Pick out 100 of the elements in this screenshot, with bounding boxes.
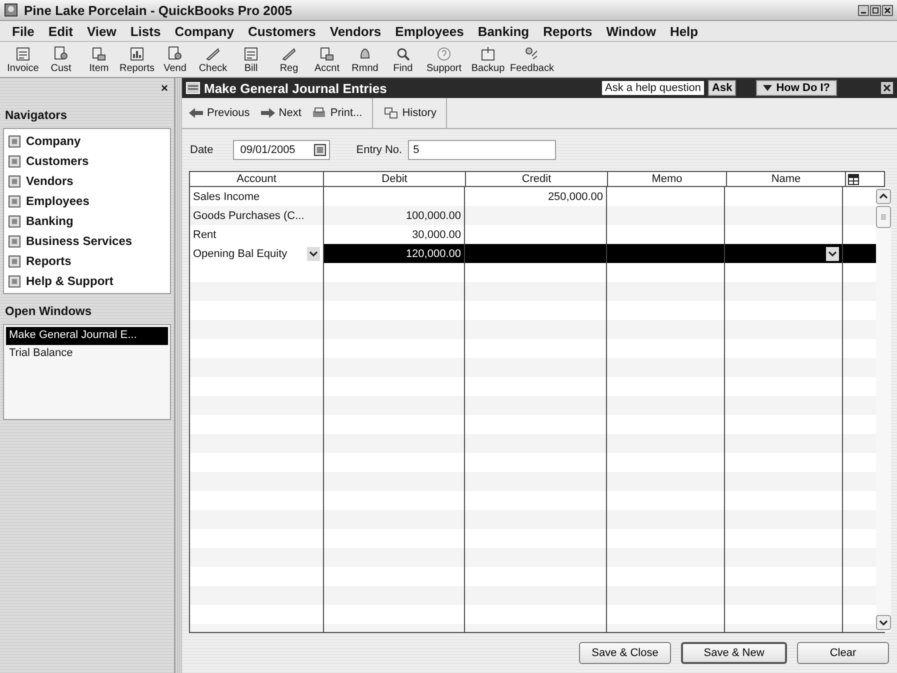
- entry-number-field[interactable]: 5: [408, 140, 556, 160]
- form-icon: [15, 46, 31, 62]
- chart-icon: [129, 46, 145, 62]
- toolbar-button[interactable]: History: [372, 98, 448, 128]
- pen-icon: [205, 46, 221, 62]
- minimize-icon[interactable]: [858, 4, 869, 16]
- menu-item[interactable]: Company: [168, 24, 242, 38]
- scroll-thumb-icon[interactable]: [876, 206, 891, 228]
- section-title: Open Windows: [4, 303, 93, 320]
- toolbar-button[interactable]: Print...: [311, 98, 362, 128]
- date-label: Date: [190, 144, 214, 156]
- navigator-item[interactable]: Employees: [7, 191, 167, 211]
- right-arrow-icon: [260, 107, 276, 119]
- open-window-item[interactable]: Make General Journal E...: [6, 327, 168, 345]
- how-do-i-button[interactable]: How Do I?: [756, 80, 837, 96]
- table-cell: Opening Bal Equity: [193, 248, 288, 260]
- menu-item[interactable]: File: [6, 24, 42, 38]
- toolbar-button[interactable]: Invoice: [4, 46, 42, 74]
- column-header: Name: [727, 172, 846, 186]
- navigator-icon: [7, 174, 22, 188]
- navigator-item[interactable]: Customers: [7, 151, 167, 171]
- printer-icon: [311, 107, 328, 119]
- column-header: Debit: [324, 172, 466, 186]
- dropdown-caret-icon[interactable]: [826, 246, 839, 260]
- bill-icon: [243, 46, 259, 62]
- toolbar-button[interactable]: Next: [260, 98, 302, 128]
- left-arrow-icon: [188, 107, 204, 119]
- toolbar-button[interactable]: Reports: [118, 46, 156, 74]
- table-cell: Rent: [193, 228, 216, 240]
- help-icon: [436, 46, 452, 62]
- triangle-icon: [763, 85, 772, 91]
- navigator-item[interactable]: Vendors: [7, 171, 167, 191]
- navigator-icon: [7, 134, 22, 148]
- table-cell: 120,000.00: [406, 248, 461, 260]
- date-field[interactable]: 09/01/2005: [233, 140, 330, 160]
- menu-item[interactable]: Edit: [42, 24, 81, 38]
- close-icon[interactable]: [882, 4, 893, 16]
- toolbar-button[interactable]: Reg: [270, 46, 308, 74]
- column-header: Memo: [608, 172, 727, 186]
- menu-item[interactable]: Help: [664, 24, 706, 38]
- menu-item[interactable]: Reports: [537, 24, 600, 38]
- navigator-icon: [7, 214, 22, 228]
- menu-item[interactable]: Customers: [242, 24, 324, 38]
- navigator-icon: [7, 194, 22, 208]
- toolbar-button[interactable]: Bill: [232, 46, 270, 74]
- table-row[interactable]: Opening Bal Equity 120,000.00: [190, 244, 876, 263]
- close-button[interactable]: ×: [158, 81, 171, 95]
- dropdown-caret-icon[interactable]: [307, 246, 320, 260]
- menu-item[interactable]: Banking: [472, 24, 538, 38]
- journal-icon: [186, 82, 200, 94]
- section-title: Navigators: [4, 107, 68, 124]
- menu-item[interactable]: Employees: [389, 24, 472, 38]
- menu-item[interactable]: Lists: [124, 24, 169, 38]
- navigator-icon: [7, 154, 22, 168]
- help-search-field[interactable]: Ask a help question: [602, 81, 704, 95]
- table-cell: 30,000.00: [412, 228, 461, 240]
- navigator-item[interactable]: Banking: [7, 211, 167, 231]
- window-title: Pine Lake Porcelain - QuickBooks Pro 2005: [24, 2, 292, 18]
- navigator-icon: [7, 274, 22, 288]
- toolbar-button[interactable]: Support: [422, 46, 466, 74]
- table-cell: 100,000.00: [406, 210, 461, 222]
- menu-item[interactable]: View: [80, 24, 124, 38]
- ask-button[interactable]: Ask: [708, 80, 736, 96]
- menu-item[interactable]: Window: [600, 24, 664, 38]
- navigator-item[interactable]: Reports: [7, 251, 167, 271]
- table-cell: Sales Income: [193, 190, 260, 202]
- open-window-item[interactable]: Trial Balance: [6, 345, 168, 363]
- menu-item[interactable]: Vendors: [324, 24, 390, 38]
- calendar-icon[interactable]: [314, 144, 326, 156]
- navigator-item[interactable]: Help & Support: [7, 271, 167, 291]
- table-cell: 250,000.00: [548, 190, 603, 202]
- toolbar-button[interactable]: Backup: [466, 46, 510, 74]
- action-button[interactable]: Save & New: [681, 642, 787, 664]
- restore-icon[interactable]: [870, 4, 881, 16]
- navigator-item[interactable]: Company: [7, 131, 167, 151]
- toolbar-button[interactable]: Accnt: [308, 46, 346, 74]
- toolbar-button[interactable]: Feedback: [510, 46, 554, 74]
- toolbar-button[interactable]: Rmnd: [346, 46, 384, 74]
- toolbar-button[interactable]: Previous: [188, 98, 250, 128]
- scrollbar[interactable]: [876, 187, 891, 632]
- toolbar-button[interactable]: Find: [384, 46, 422, 74]
- action-button[interactable]: Save & Close: [579, 642, 671, 664]
- close-icon[interactable]: [881, 82, 893, 94]
- navigator-icon: [7, 234, 22, 248]
- table-row[interactable]: Goods Purchases (C... 100,000.00: [190, 206, 876, 225]
- toolbar-button[interactable]: Vend: [156, 46, 194, 74]
- copy-icon: [383, 107, 400, 119]
- window-title: Make General Journal Entries: [204, 80, 387, 96]
- app-icon: [4, 3, 18, 17]
- search-icon: [395, 46, 411, 62]
- table-cell: Goods Purchases (C...: [193, 210, 304, 222]
- toolbar-button[interactable]: Cust: [42, 46, 80, 74]
- entry-number-label: Entry No.: [356, 144, 402, 156]
- navigator-item[interactable]: Business Services: [7, 231, 167, 251]
- column-header: Credit: [466, 172, 608, 186]
- toolbar-button[interactable]: Item: [80, 46, 118, 74]
- column-header: Account: [190, 172, 324, 186]
- navigator-icon: [7, 254, 22, 268]
- action-button[interactable]: Clear: [797, 642, 889, 664]
- toolbar-button[interactable]: Check: [194, 46, 232, 74]
